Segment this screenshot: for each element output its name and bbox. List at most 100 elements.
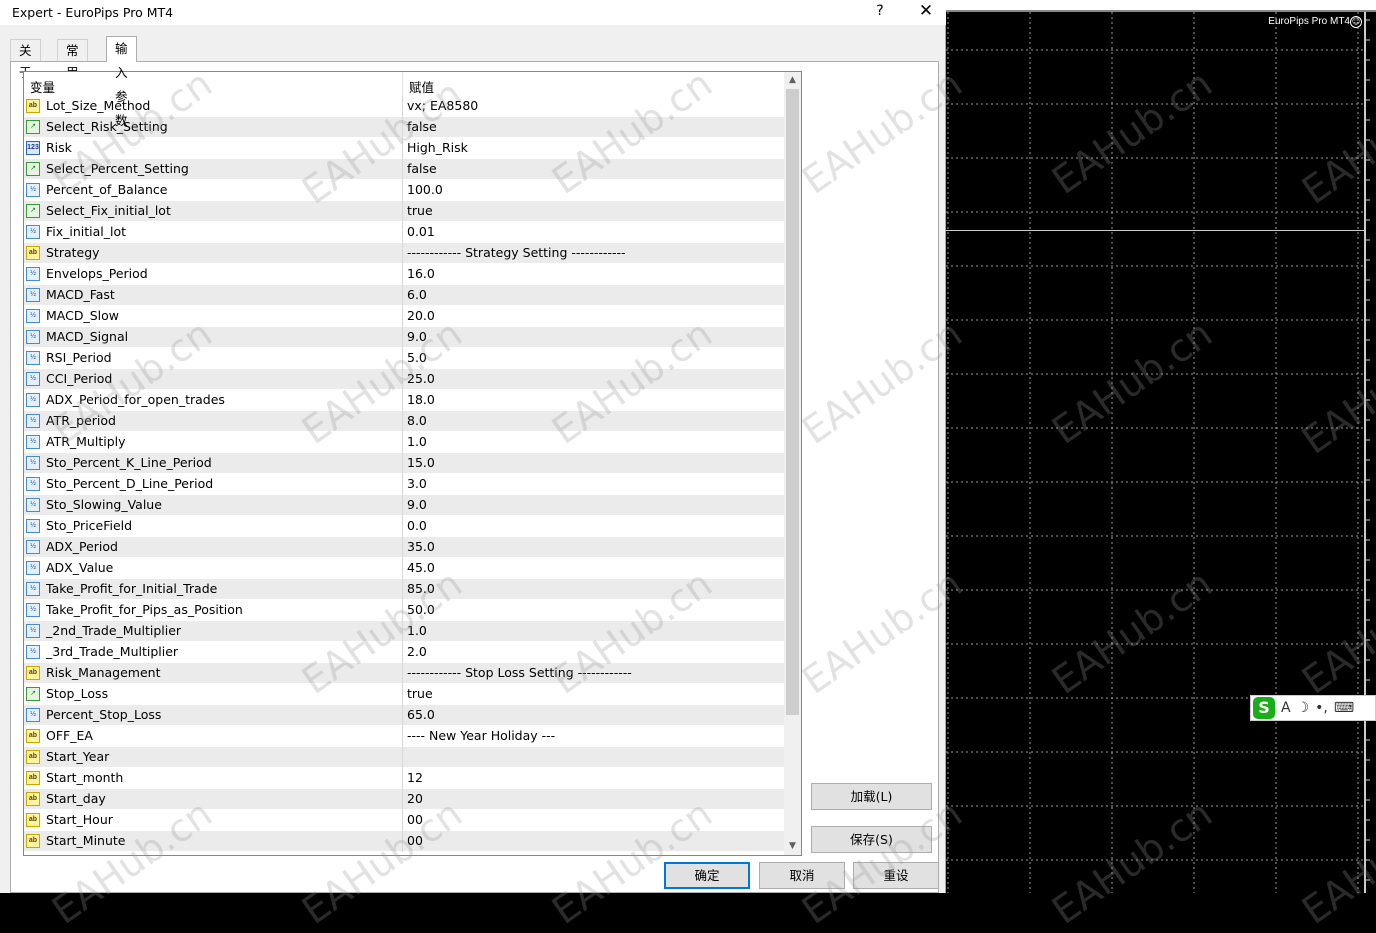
header-variable[interactable]: 变量: [30, 77, 55, 96]
table-row[interactable]: ↗ Stop_Loss true: [24, 684, 784, 705]
table-row[interactable]: ½ RSI_Period 5.0: [24, 348, 784, 369]
smiley-icon[interactable]: ☺: [1350, 16, 1362, 28]
table-row[interactable]: ab OFF_EA ---- New Year Holiday ---: [24, 726, 784, 747]
cancel-button[interactable]: 取消: [759, 862, 845, 889]
param-value[interactable]: 100.0: [407, 182, 443, 197]
table-row[interactable]: ab Start_month 12: [24, 768, 784, 789]
param-value[interactable]: 12: [407, 770, 423, 785]
table-row[interactable]: ½ ADX_Period_for_open_trades 18.0: [24, 390, 784, 411]
param-value[interactable]: true: [407, 686, 433, 701]
table-row[interactable]: ½ CCI_Period 25.0: [24, 369, 784, 390]
table-row[interactable]: ab Strategy ------------ Strategy Setting …: [24, 243, 784, 264]
header-value[interactable]: 赋值: [409, 77, 434, 96]
table-row[interactable]: ½ ADX_Value 45.0: [24, 558, 784, 579]
table-row[interactable]: ab Start_Year: [24, 747, 784, 768]
help-button[interactable]: ?: [872, 3, 888, 19]
table-row[interactable]: ½ ADX_Period 35.0: [24, 537, 784, 558]
param-value[interactable]: 0.01: [407, 224, 435, 239]
param-value[interactable]: 20: [407, 791, 423, 806]
table-row[interactable]: ab Start_Minute 00: [24, 831, 784, 852]
param-value[interactable]: 15.0: [407, 455, 435, 470]
reset-button[interactable]: 重设: [853, 862, 939, 889]
table-row[interactable]: ½ _2nd_Trade_Multiplier 1.0: [24, 621, 784, 642]
param-value[interactable]: High_Risk: [407, 140, 468, 155]
param-value[interactable]: 00: [407, 833, 423, 848]
param-value[interactable]: 85.0: [407, 581, 435, 596]
param-value[interactable]: 6.0: [407, 287, 427, 302]
param-value[interactable]: 18.0: [407, 392, 435, 407]
punctuation-icon[interactable]: •,: [1315, 700, 1328, 716]
scroll-down-icon[interactable]: ▼: [784, 838, 801, 855]
param-value[interactable]: 35.0: [407, 539, 435, 554]
param-name: OFF_EA: [46, 728, 93, 743]
table-row[interactable]: ½ ATR_Multiply 1.0: [24, 432, 784, 453]
table-row[interactable]: ab Risk_Management ------------ Stop Loss …: [24, 663, 784, 684]
param-value[interactable]: false: [407, 161, 437, 176]
param-value[interactable]: ------------ Stop Loss Setting ---------…: [407, 665, 632, 680]
param-value[interactable]: vx; EA8580: [407, 98, 478, 113]
param-value[interactable]: 20.0: [407, 308, 435, 323]
tab-common[interactable]: 常用: [57, 39, 88, 80]
table-row[interactable]: ½ Take_Profit_for_Pips_as_Position 50.0: [24, 600, 784, 621]
table-row[interactable]: ab Lot_Size_Method vx; EA8580: [24, 96, 784, 117]
parameters-grid[interactable]: 变量 赋值 ab Lot_Size_Method vx; EA8580 ↗ Select…: [23, 71, 802, 856]
chart-window[interactable]: EuroPips Pro MT4 ☺: [946, 0, 1376, 893]
table-row[interactable]: ½ ATR_period 8.0: [24, 411, 784, 432]
param-value[interactable]: 0.0: [407, 518, 427, 533]
param-value[interactable]: 65.0: [407, 707, 435, 722]
param-value[interactable]: 9.0: [407, 497, 427, 512]
table-row[interactable]: ½ Percent_Stop_Loss 65.0: [24, 705, 784, 726]
param-value[interactable]: 3.0: [407, 476, 427, 491]
table-row[interactable]: 123 Risk High_Risk: [24, 138, 784, 159]
ok-button[interactable]: 确定: [664, 862, 750, 889]
table-row[interactable]: ↗ Select_Risk_Setting false: [24, 117, 784, 138]
ime-toolbar[interactable]: S A ☽ •, ⌨: [1250, 695, 1376, 721]
table-row[interactable]: ½ Percent_of_Balance 100.0: [24, 180, 784, 201]
keyboard-icon[interactable]: ⌨: [1334, 700, 1354, 716]
tab-inputs[interactable]: 输入参数: [106, 36, 137, 128]
table-row[interactable]: ab Start_Hour 00: [24, 810, 784, 831]
table-row[interactable]: ½ Sto_Percent_K_Line_Period 15.0: [24, 453, 784, 474]
param-value[interactable]: 45.0: [407, 560, 435, 575]
param-value[interactable]: 1.0: [407, 434, 427, 449]
sogou-logo-icon[interactable]: S: [1253, 697, 1275, 719]
ime-mode-icon[interactable]: A: [1281, 700, 1291, 716]
table-row[interactable]: ½ Sto_PriceField 0.0: [24, 516, 784, 537]
table-row[interactable]: ↗ Select_Fix_initial_lot true: [24, 201, 784, 222]
table-row[interactable]: ½ MACD_Fast 6.0: [24, 285, 784, 306]
table-row[interactable]: ½ Sto_Percent_D_Line_Period 3.0: [24, 474, 784, 495]
param-value[interactable]: 16.0: [407, 266, 435, 281]
vertical-scrollbar[interactable]: ▲ ▼: [784, 72, 801, 855]
table-row[interactable]: ½ Sto_Slowing_Value 9.0: [24, 495, 784, 516]
param-value[interactable]: 25.0: [407, 371, 435, 386]
table-row[interactable]: ½ Fix_initial_lot 0.01: [24, 222, 784, 243]
param-value[interactable]: ---- New Year Holiday ---: [407, 728, 555, 743]
table-row[interactable]: ½ MACD_Slow 20.0: [24, 306, 784, 327]
param-value[interactable]: true: [407, 203, 433, 218]
param-value[interactable]: 00: [407, 812, 423, 827]
load-button[interactable]: 加载(L): [811, 783, 932, 810]
table-row[interactable]: ½ MACD_Signal 9.0: [24, 327, 784, 348]
close-button[interactable]: ✕: [916, 1, 936, 21]
moon-icon[interactable]: ☽: [1297, 700, 1310, 716]
table-row[interactable]: ½ Take_Profit_for_Initial_Trade 85.0: [24, 579, 784, 600]
table-row[interactable]: ↗ Select_Percent_Setting false: [24, 159, 784, 180]
tab-about[interactable]: 关于: [10, 39, 41, 80]
bool-type-icon: ↗: [26, 204, 40, 218]
param-value[interactable]: ------------ Strategy Setting ----------…: [407, 245, 626, 260]
param-value[interactable]: 1.0: [407, 623, 427, 638]
table-row[interactable]: ab Start_day 20: [24, 789, 784, 810]
title-bar[interactable]: Expert - EuroPips Pro MT4 ? ✕: [0, 0, 946, 25]
param-value[interactable]: 2.0: [407, 644, 427, 659]
table-row[interactable]: ½ Envelops_Period 16.0: [24, 264, 784, 285]
scroll-up-icon[interactable]: ▲: [784, 72, 801, 89]
param-value[interactable]: 8.0: [407, 413, 427, 428]
param-value[interactable]: 5.0: [407, 350, 427, 365]
save-button[interactable]: 保存(S): [811, 826, 932, 853]
scroll-thumb[interactable]: [786, 89, 799, 715]
param-value[interactable]: 50.0: [407, 602, 435, 617]
param-name: Sto_Percent_K_Line_Period: [46, 455, 212, 470]
table-row[interactable]: ½ _3rd_Trade_Multiplier 2.0: [24, 642, 784, 663]
param-value[interactable]: 9.0: [407, 329, 427, 344]
param-value[interactable]: false: [407, 119, 437, 134]
